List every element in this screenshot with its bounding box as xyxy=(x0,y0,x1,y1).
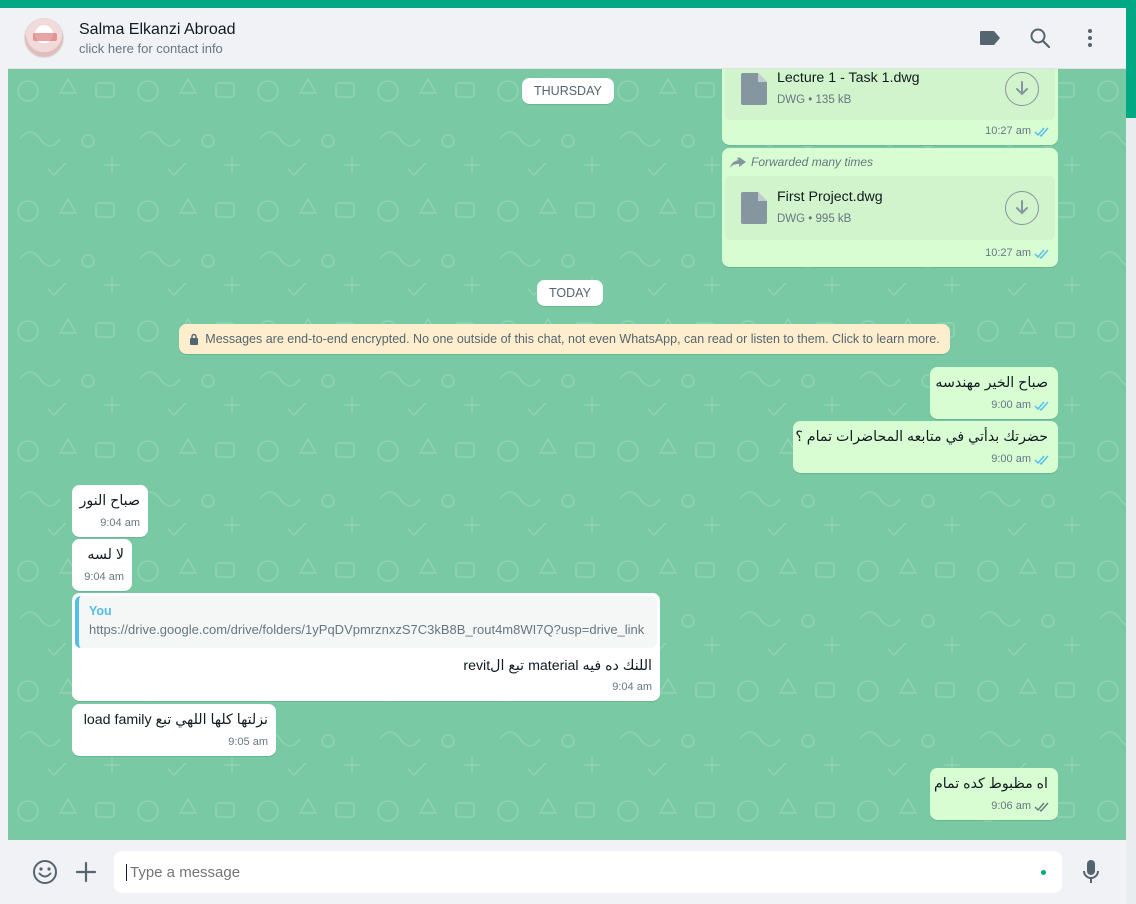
read-ticks-icon xyxy=(1034,127,1049,137)
message-meta: 9:04 am xyxy=(612,678,652,697)
message-time: 9:06 am xyxy=(991,800,1031,812)
message-meta: 9:05 am xyxy=(228,733,268,752)
search-icon[interactable] xyxy=(1028,26,1052,50)
message-meta: 9:04 am xyxy=(84,568,124,587)
forwarded-label: Forwarded many times xyxy=(730,153,873,172)
message-time: 9:00 am xyxy=(991,453,1031,465)
emoji-icon[interactable] xyxy=(32,859,58,885)
message-meta: 9:04 am xyxy=(100,514,140,533)
message-text: اللنك ده فيه material تبع الrevit xyxy=(463,658,652,674)
window-scrollbar-track[interactable] xyxy=(1126,118,1136,904)
document-file-icon xyxy=(741,73,767,105)
message-bubble-document[interactable]: Lecture 1 - Task 1.dwg DWG • 135 kB 10:2… xyxy=(722,69,1058,145)
message-text: حضرتك بدأتي في متابعه المحاضرات تمام ؟ xyxy=(795,429,1048,445)
message-time: 9:05 am xyxy=(228,736,268,748)
contact-subtitle: click here for contact info xyxy=(79,40,223,56)
window-accent-rail xyxy=(1126,0,1136,118)
message-time: 10:27 am xyxy=(985,125,1031,137)
date-divider-thursday: THURSDAY xyxy=(522,78,614,104)
quoted-message[interactable]: You https://drive.google.com/drive/folde… xyxy=(75,596,657,648)
download-button[interactable] xyxy=(1005,191,1039,225)
document-file-icon xyxy=(741,192,767,224)
document-card[interactable]: First Project.dwg DWG • 995 kB xyxy=(725,176,1055,240)
lock-icon xyxy=(190,333,199,345)
contact-name: Salma Elkanzi Abroad xyxy=(79,20,236,38)
encryption-notice-text: Messages are end-to-end encrypted. No on… xyxy=(205,332,940,346)
download-button[interactable] xyxy=(1005,72,1039,106)
chat-header[interactable]: Salma Elkanzi Abroad click here for cont… xyxy=(8,8,1126,69)
message-bubble-incoming[interactable]: صباح النور 9:04 am xyxy=(72,485,148,537)
message-meta: 10:27 am xyxy=(985,122,1050,141)
message-bubble-document[interactable]: Forwarded many times First Project.dwg D… xyxy=(722,148,1058,267)
header-actions xyxy=(978,26,1102,50)
message-text: صباح الخير مهندسه xyxy=(935,375,1048,391)
message-input-container[interactable] xyxy=(114,851,1062,893)
contact-info[interactable]: Salma Elkanzi Abroad click here for cont… xyxy=(79,19,236,58)
message-text: صباح النور xyxy=(79,493,140,509)
document-card[interactable]: Lecture 1 - Task 1.dwg DWG • 135 kB xyxy=(725,69,1055,120)
document-meta: DWG • 995 kB xyxy=(777,212,852,225)
message-list[interactable]: Lecture 1 - Task 1.dwg DWG • 135 kB 10:2… xyxy=(8,69,1126,840)
message-time: 9:04 am xyxy=(84,571,124,583)
encryption-notice[interactable]: Messages are end-to-end encrypted. No on… xyxy=(179,324,950,354)
message-meta: 10:27 am xyxy=(985,244,1050,263)
read-ticks-icon xyxy=(1034,455,1049,465)
message-bubble-incoming[interactable]: لا لسه 9:04 am xyxy=(72,539,132,591)
read-ticks-icon xyxy=(1034,401,1049,411)
document-name: Lecture 1 - Task 1.dwg xyxy=(777,69,920,86)
message-bubble-incoming[interactable]: نزلتها كلها اللهي تبع load family 9:05 a… xyxy=(72,704,276,756)
quoted-author: You xyxy=(89,604,112,618)
avatar[interactable] xyxy=(24,18,64,58)
message-meta: 9:00 am xyxy=(991,450,1050,469)
message-bubble-incoming-reply[interactable]: You https://drive.google.com/drive/folde… xyxy=(72,593,660,701)
message-time: 9:04 am xyxy=(612,681,652,693)
message-bubble-outgoing[interactable]: اه مظبوط كده تمام 9:06 am xyxy=(930,768,1058,820)
read-ticks-icon xyxy=(1034,249,1049,259)
message-time: 10:27 am xyxy=(985,247,1031,259)
message-input[interactable] xyxy=(126,863,1062,881)
message-time: 9:00 am xyxy=(991,399,1031,411)
microphone-icon[interactable] xyxy=(1078,859,1104,885)
download-arrow-icon xyxy=(1016,200,1028,215)
composer-bar xyxy=(8,840,1126,904)
message-time: 9:04 am xyxy=(100,517,140,529)
menu-icon[interactable] xyxy=(1078,26,1102,50)
document-meta: DWG • 135 kB xyxy=(777,93,852,106)
message-meta: 9:00 am xyxy=(991,396,1050,415)
download-arrow-icon xyxy=(1016,81,1028,96)
top-accent-bar xyxy=(0,0,1136,8)
input-status-dot xyxy=(1041,870,1046,875)
message-text: اه مظبوط كده تمام xyxy=(933,776,1048,792)
message-bubble-outgoing[interactable]: حضرتك بدأتي في متابعه المحاضرات تمام ؟ 9… xyxy=(793,421,1058,473)
attach-plus-icon[interactable] xyxy=(73,859,99,885)
message-text: لا لسه xyxy=(87,547,124,563)
message-bubble-outgoing[interactable]: صباح الخير مهندسه 9:00 am xyxy=(930,367,1058,419)
document-name: First Project.dwg xyxy=(777,188,883,205)
forwarded-icon xyxy=(730,157,746,168)
message-meta: 9:06 am xyxy=(991,797,1050,816)
date-divider-today: TODAY xyxy=(537,280,603,306)
label-icon[interactable] xyxy=(978,26,1002,50)
message-text: نزلتها كلها اللهي تبع load family xyxy=(83,712,268,728)
quoted-link: https://drive.google.com/drive/folders/1… xyxy=(89,622,645,637)
sent-ticks-icon xyxy=(1034,802,1049,812)
